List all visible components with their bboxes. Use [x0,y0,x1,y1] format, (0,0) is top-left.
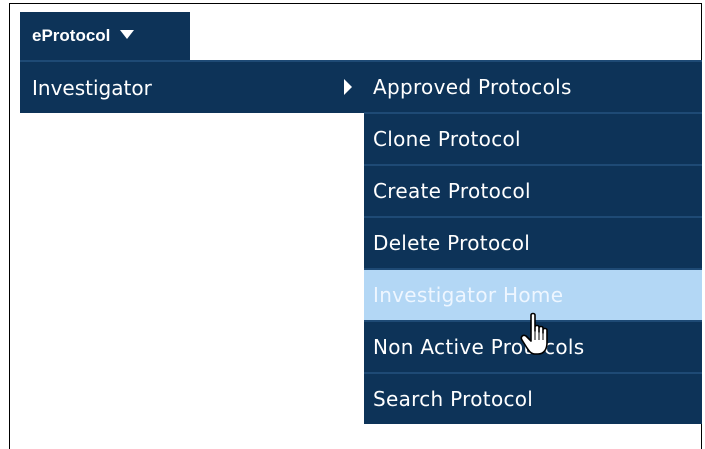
frame-border-top [9,3,702,4]
submenu-item-delete-protocol[interactable]: Delete Protocol [364,216,702,268]
chevron-right-icon [344,79,352,95]
menu-item-investigator-label: Investigator [32,75,152,100]
eprotocol-menu-label: eProtocol [32,26,111,45]
submenu-item-approved-protocols[interactable]: Approved Protocols [364,60,702,112]
submenu-item-clone-protocol[interactable]: Clone Protocol [364,112,702,164]
hand-pointer-icon [520,312,548,355]
chevron-down-icon [120,29,135,39]
submenu-item-search-protocol[interactable]: Search Protocol [364,372,702,424]
menu-item-investigator[interactable]: Investigator [20,60,364,113]
eprotocol-menu-button[interactable]: eProtocol [20,12,190,60]
submenu-item-create-protocol[interactable]: Create Protocol [364,164,702,216]
frame-border-left [9,3,10,449]
investigator-submenu: Approved Protocols Clone Protocol Create… [364,60,702,424]
